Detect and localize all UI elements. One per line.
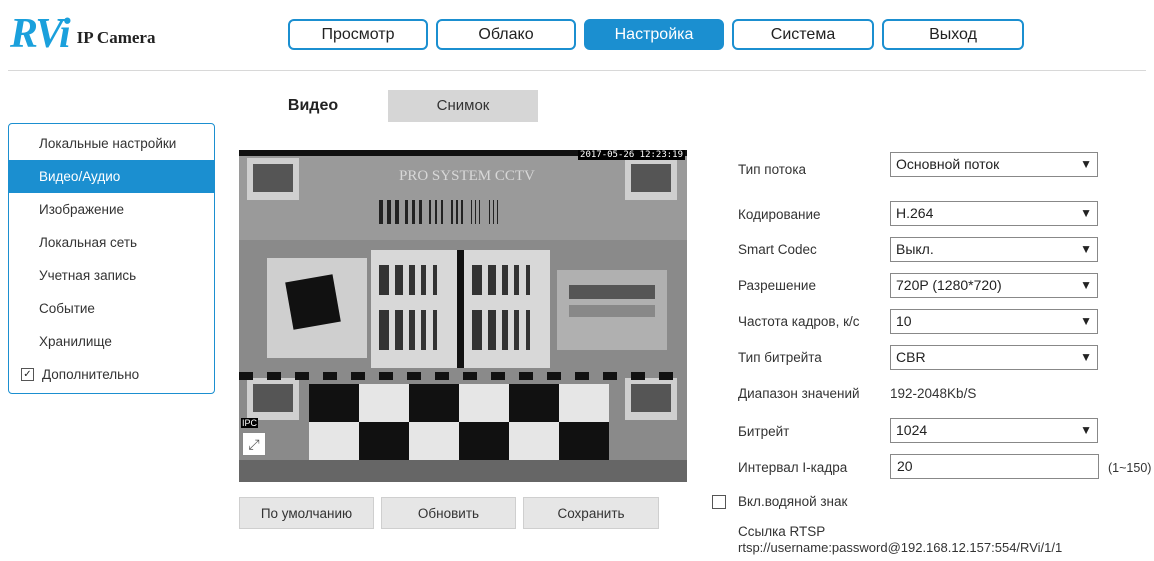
stream-type-select[interactable]: Основной поток ▼ xyxy=(890,152,1098,177)
sidebar-item-event[interactable]: Событие xyxy=(9,292,214,325)
framerate-select[interactable]: 10 ▼ xyxy=(890,309,1098,334)
chevron-down-icon: ▼ xyxy=(1080,314,1092,328)
content-tabs: Видео Снимок xyxy=(238,90,538,122)
watermark-checkbox[interactable] xyxy=(712,495,726,509)
advanced-checkbox[interactable]: ✓ xyxy=(21,368,34,381)
stream-type-value: Основной поток xyxy=(896,156,1000,172)
smart-codec-label: Smart Codec xyxy=(738,242,817,257)
framerate-value: 10 xyxy=(896,313,912,329)
rtsp-url: rtsp://username:password@192.168.12.157:… xyxy=(738,540,1063,555)
chevron-down-icon: ▼ xyxy=(1080,423,1092,437)
sidebar-item-video-audio[interactable]: Видео/Аудио xyxy=(9,160,214,193)
resolution-select[interactable]: 720P (1280*720) ▼ xyxy=(890,273,1098,298)
default-button[interactable]: По умолчанию xyxy=(239,497,374,529)
tab-snapshot[interactable]: Снимок xyxy=(388,90,538,122)
iframe-interval-label: Интервал I-кадра xyxy=(738,460,848,475)
nav-logout-button[interactable]: Выход xyxy=(882,19,1024,50)
nav-cloud-button[interactable]: Облако xyxy=(436,19,576,50)
chart-brand-text: PRO SYSTEM CCTV xyxy=(399,168,535,184)
encoding-value: H.264 xyxy=(896,205,934,221)
range-label: Диапазон значений xyxy=(738,386,860,401)
chevron-down-icon: ▼ xyxy=(1080,206,1092,220)
osd-timestamp: 2017-05-26 12:23:19 xyxy=(578,150,685,160)
chevron-down-icon: ▼ xyxy=(1080,278,1092,292)
sidebar-item-advanced[interactable]: ✓ Дополнительно xyxy=(9,358,214,391)
bitrate-value: 1024 xyxy=(896,422,928,438)
nav-system-button[interactable]: Система xyxy=(732,19,874,50)
video-preview[interactable]: PRO SYSTEM CCTV 2017-05-26 12:23:19 IPC … xyxy=(239,150,687,460)
logo: RVi IP Camera xyxy=(10,12,155,56)
fullscreen-icon[interactable]: ⤢ xyxy=(242,432,266,456)
nav-preview-button[interactable]: Просмотр xyxy=(288,19,428,50)
encoding-label: Кодирование xyxy=(738,207,821,222)
advanced-label: Дополнительно xyxy=(42,367,140,382)
rtsp-label: Ссылка RTSP xyxy=(738,524,826,539)
bitrate-type-select[interactable]: CBR ▼ xyxy=(890,345,1098,370)
smart-codec-select[interactable]: Выкл. ▼ xyxy=(890,237,1098,262)
range-value: 192-2048Kb/S xyxy=(890,386,977,401)
stream-type-label: Тип потока xyxy=(738,162,807,177)
nav-settings-button[interactable]: Настройка xyxy=(584,19,724,50)
sidebar-item-storage[interactable]: Хранилище xyxy=(9,325,214,358)
bitrate-type-value: CBR xyxy=(896,349,926,365)
video-status-bar xyxy=(239,460,687,482)
sidebar-item-image[interactable]: Изображение xyxy=(9,193,214,226)
bitrate-select[interactable]: 1024 ▼ xyxy=(890,418,1098,443)
logo-mark: RVi xyxy=(10,11,71,57)
chevron-down-icon: ▼ xyxy=(1080,157,1092,171)
refresh-button[interactable]: Обновить xyxy=(381,497,516,529)
resolution-value: 720P (1280*720) xyxy=(896,277,1002,293)
sidebar-item-network[interactable]: Локальная сеть xyxy=(9,226,214,259)
iframe-interval-input[interactable]: 20 xyxy=(890,454,1099,479)
encoding-select[interactable]: H.264 ▼ xyxy=(890,201,1098,226)
bitrate-type-label: Тип битрейта xyxy=(738,350,822,365)
top-navigation: Просмотр Облако Настройка Система Выход xyxy=(288,19,1032,50)
resolution-label: Разрешение xyxy=(738,278,816,293)
logo-subtitle: IP Camera xyxy=(76,28,156,47)
watermark-label: Вкл.водяной знак xyxy=(738,494,848,509)
header-divider xyxy=(8,70,1146,71)
sidebar-item-local-settings[interactable]: Локальные настройки xyxy=(9,127,214,160)
iframe-interval-hint: (1~150) xyxy=(1108,461,1152,475)
sidebar-item-account[interactable]: Учетная запись xyxy=(9,259,214,292)
chevron-down-icon: ▼ xyxy=(1080,242,1092,256)
settings-sidebar: Локальные настройки Видео/Аудио Изображе… xyxy=(8,123,215,394)
save-button[interactable]: Сохранить xyxy=(523,497,659,529)
framerate-label: Частота кадров, к/с xyxy=(738,314,860,329)
smart-codec-value: Выкл. xyxy=(896,241,934,257)
bitrate-label: Битрейт xyxy=(738,424,790,439)
tab-video[interactable]: Видео xyxy=(238,90,388,122)
chevron-down-icon: ▼ xyxy=(1080,350,1092,364)
osd-camera-name: IPC xyxy=(241,418,259,428)
test-chart-image: PRO SYSTEM CCTV xyxy=(239,150,687,460)
